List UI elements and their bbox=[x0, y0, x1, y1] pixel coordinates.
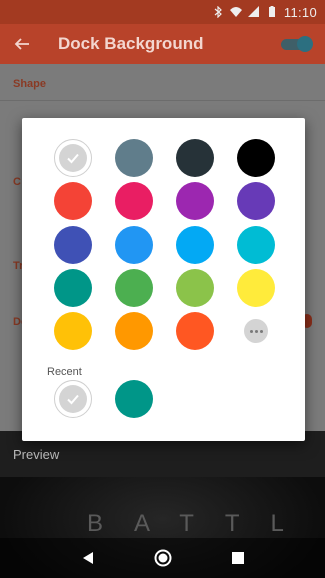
recents-square-icon bbox=[231, 552, 244, 564]
palette-swatch-deep-orange[interactable] bbox=[176, 312, 214, 350]
toggle-thumb bbox=[297, 36, 313, 52]
palette-swatch-black[interactable] bbox=[237, 139, 275, 177]
back-triangle-icon bbox=[82, 552, 93, 564]
palette-swatch-orange[interactable] bbox=[115, 312, 153, 350]
palette-swatch-indigo[interactable] bbox=[54, 226, 92, 264]
recent-swatch-teal[interactable] bbox=[115, 380, 153, 418]
battery-icon bbox=[268, 6, 275, 17]
palette-swatch-blue[interactable] bbox=[115, 226, 153, 264]
palette-swatch-red[interactable] bbox=[54, 182, 92, 220]
palette-swatch-blue-grey[interactable] bbox=[115, 139, 153, 177]
status-time: 11:10 bbox=[283, 4, 317, 20]
palette-swatch-teal[interactable] bbox=[54, 269, 92, 307]
color-picker-dialog: Recent bbox=[22, 118, 305, 441]
home-circle-icon bbox=[154, 549, 171, 567]
nav-back-button[interactable] bbox=[77, 547, 99, 569]
page-title: Dock Background bbox=[58, 34, 204, 53]
recent-swatch-transparent[interactable] bbox=[54, 380, 92, 418]
palette-swatch-light-blue[interactable] bbox=[176, 226, 214, 264]
arrow-back-icon bbox=[14, 38, 29, 50]
preview-sample-text: BATTL bbox=[87, 510, 315, 537]
nav-home-button[interactable] bbox=[152, 547, 174, 569]
check-icon bbox=[59, 385, 87, 413]
more-horiz-icon-dot bbox=[249, 329, 253, 333]
check-icon bbox=[59, 144, 87, 172]
back-button[interactable] bbox=[0, 24, 44, 64]
nav-recents-button[interactable] bbox=[227, 547, 249, 569]
palette-swatch-pink[interactable] bbox=[115, 182, 153, 220]
palette-swatch-transparent[interactable] bbox=[54, 139, 92, 177]
palette-swatch-light-green[interactable] bbox=[176, 269, 214, 307]
screen: 11:10 Dock Background Shape C Tr Do Prev… bbox=[0, 0, 325, 578]
palette-swatch-dark-grey[interactable] bbox=[176, 139, 214, 177]
palette-swatch-purple[interactable] bbox=[176, 182, 214, 220]
palette-swatch-green[interactable] bbox=[115, 269, 153, 307]
divider bbox=[0, 100, 325, 101]
enable-toggle[interactable] bbox=[281, 36, 313, 52]
wifi-icon bbox=[229, 7, 242, 17]
status-bar: 11:10 bbox=[0, 0, 325, 24]
signal-icon bbox=[247, 6, 259, 17]
recent-label: Recent bbox=[47, 366, 82, 378]
more-horiz-icon-dot bbox=[254, 329, 258, 333]
setting-shape-label[interactable]: Shape bbox=[13, 78, 46, 90]
palette-swatch-cyan[interactable] bbox=[237, 226, 275, 264]
palette-swatch-deep-purple[interactable] bbox=[237, 182, 275, 220]
bluetooth-icon bbox=[214, 6, 222, 18]
palette-swatch-yellow[interactable] bbox=[237, 269, 275, 307]
preview-label: Preview bbox=[13, 447, 60, 462]
more-horiz-icon-dot bbox=[259, 329, 263, 333]
more-colors-button[interactable] bbox=[244, 319, 268, 343]
palette-swatch-amber[interactable] bbox=[54, 312, 92, 350]
app-bar: Dock Background bbox=[0, 24, 325, 64]
nav-bar bbox=[0, 538, 325, 578]
setting-row-2-label[interactable]: C bbox=[13, 176, 21, 188]
